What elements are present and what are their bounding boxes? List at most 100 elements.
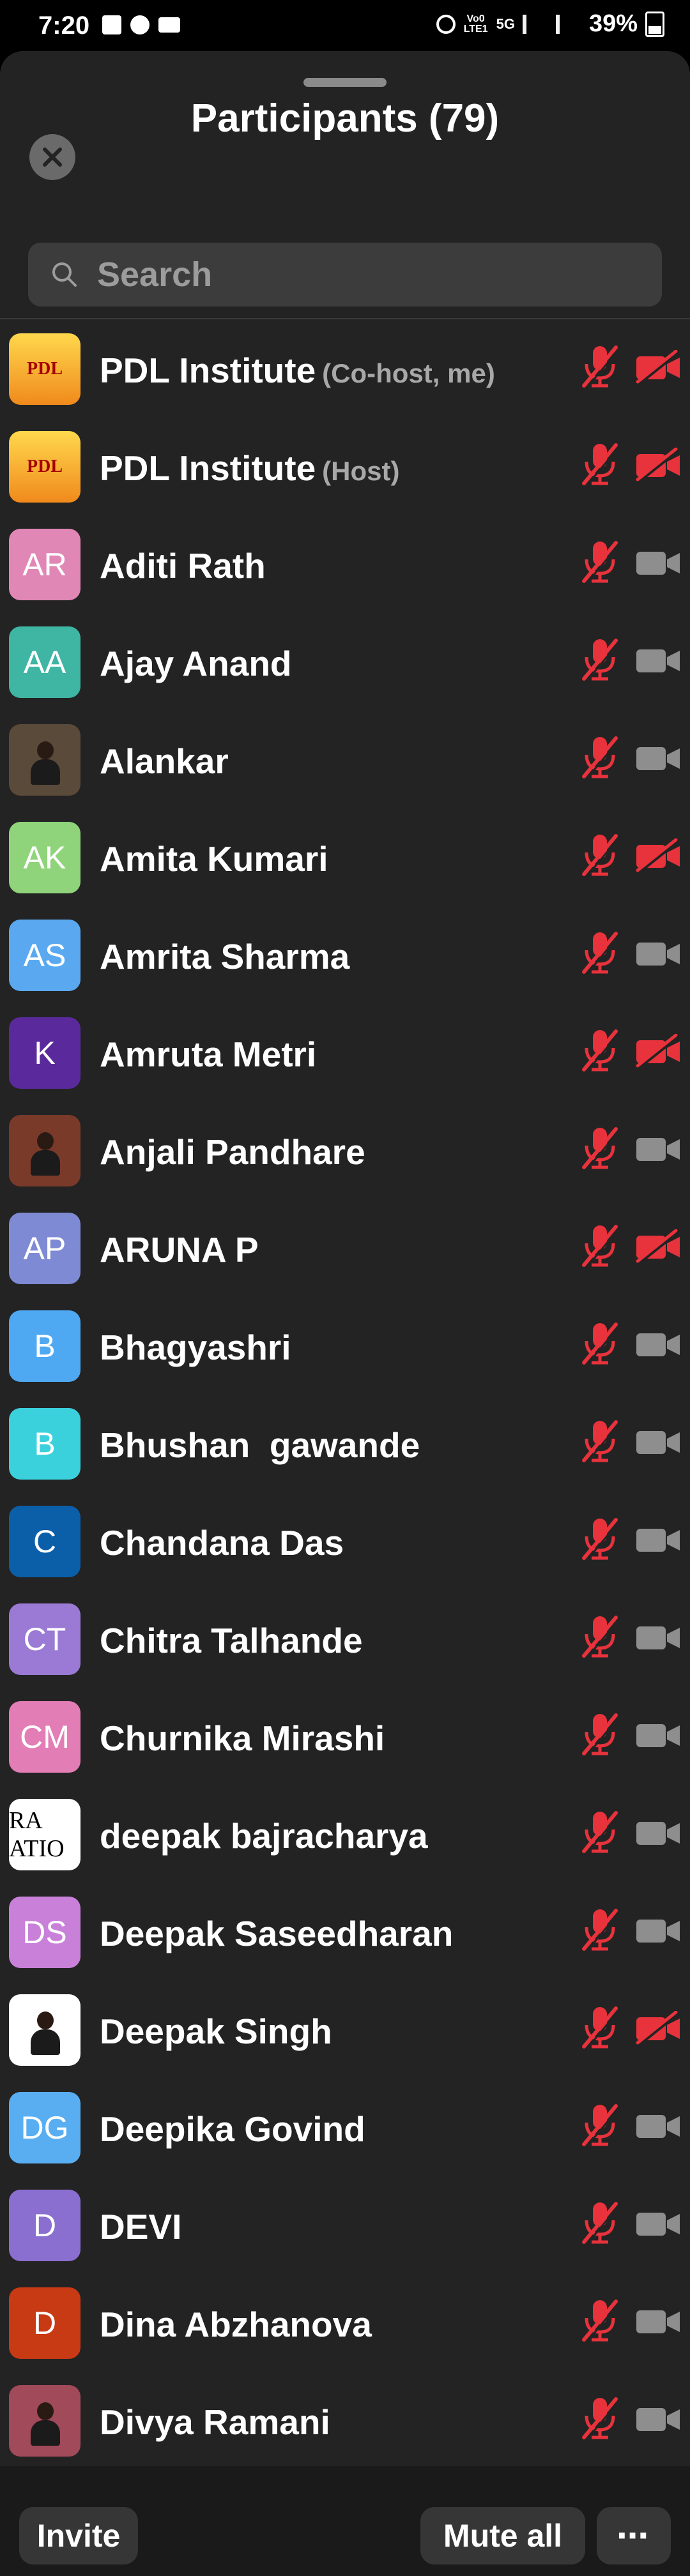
video-icon (636, 943, 680, 966)
mic-toggle[interactable] (579, 2102, 621, 2148)
participant-row[interactable]: DG Deepika Govind (0, 2079, 690, 2177)
video-toggle[interactable] (635, 741, 681, 777)
video-off-icon (636, 1033, 680, 1069)
participant-name-container: Aditi Rath (100, 545, 266, 586)
participant-row[interactable]: RA ATIO deepak bajracharya (0, 1786, 690, 1884)
video-toggle[interactable] (635, 2206, 681, 2242)
video-icon (636, 1920, 680, 1943)
video-toggle[interactable] (635, 545, 681, 581)
participant-row[interactable]: Alankar (0, 711, 690, 809)
video-toggle[interactable] (635, 1718, 681, 1754)
close-button[interactable] (29, 134, 75, 180)
video-toggle[interactable] (635, 1913, 681, 1949)
participant-row[interactable]: Divya Ramani (0, 2372, 690, 2470)
mic-toggle[interactable] (579, 1711, 621, 1757)
participant-row[interactable]: DS Deepak Saseedharan (0, 1884, 690, 1981)
mic-toggle[interactable] (579, 1125, 621, 1171)
mic-toggle[interactable] (579, 1321, 621, 1367)
video-toggle[interactable] (635, 1229, 681, 1265)
avatar (9, 1994, 80, 2066)
participant-row[interactable]: CT Chitra Talhande (0, 1591, 690, 1688)
video-icon (636, 1724, 680, 1747)
mic-toggle[interactable] (579, 1223, 621, 1269)
avatar: AA (9, 626, 80, 698)
video-toggle[interactable] (635, 1132, 681, 1167)
status-time: 7:20 (38, 11, 90, 40)
video-icon (636, 1333, 680, 1356)
participant-row[interactable]: PDL PDL Institute (Co-host, me) (0, 321, 690, 418)
participant-row[interactable]: AA Ajay Anand (0, 614, 690, 711)
mic-toggle[interactable] (579, 1809, 621, 1855)
video-toggle[interactable] (635, 1522, 681, 1558)
video-toggle[interactable] (635, 936, 681, 972)
mic-muted-icon (582, 1225, 620, 1268)
participant-name-container: Amita Kumari (100, 838, 328, 879)
participant-row[interactable]: AS Amrita Sharma (0, 907, 690, 1004)
mic-toggle[interactable] (579, 2298, 621, 2344)
participant-row[interactable]: Anjali Pandhare (0, 1102, 690, 1200)
mic-toggle[interactable] (579, 441, 621, 487)
participant-name: DEVI (100, 2207, 182, 2246)
participant-row[interactable]: D Dina Abzhanova (0, 2275, 690, 2372)
mic-muted-icon (582, 1518, 620, 1561)
video-toggle[interactable] (635, 1033, 681, 1070)
mic-toggle[interactable] (579, 637, 621, 683)
video-off-icon (636, 447, 680, 483)
participant-row[interactable]: Deepak Singh (0, 1981, 690, 2079)
mic-toggle[interactable] (579, 1907, 621, 1953)
video-toggle[interactable] (635, 1425, 681, 1460)
mic-muted-icon (582, 443, 620, 487)
participant-row[interactable]: PDL PDL Institute (Host) (0, 418, 690, 516)
mute-all-button[interactable]: Mute all (420, 2507, 585, 2565)
video-toggle[interactable] (635, 643, 681, 679)
participant-row[interactable]: AP ARUNA P (0, 1200, 690, 1298)
video-icon (636, 1529, 680, 1552)
video-toggle[interactable] (635, 1620, 681, 1656)
participant-name: Bhushan gawande (100, 1425, 420, 1465)
participant-row[interactable]: AK Amita Kumari (0, 809, 690, 907)
video-toggle[interactable] (635, 349, 681, 386)
invite-button[interactable]: Invite (19, 2507, 138, 2565)
divider (0, 318, 690, 319)
avatar: CM (9, 1701, 80, 1773)
mic-muted-icon (582, 2104, 620, 2148)
mic-toggle[interactable] (579, 1418, 621, 1464)
mic-toggle[interactable] (579, 832, 621, 878)
video-icon (636, 2408, 680, 2431)
mic-toggle[interactable] (579, 930, 621, 976)
participant-row[interactable]: K Amruta Metri (0, 1004, 690, 1102)
video-toggle[interactable] (635, 447, 681, 483)
page-title: Participants (79) (190, 96, 500, 140)
mic-toggle[interactable] (579, 2200, 621, 2246)
participant-row[interactable]: C Chandana Das (0, 1493, 690, 1591)
participant-row[interactable]: B Bhushan gawande (0, 1395, 690, 1493)
mic-toggle[interactable] (579, 2004, 621, 2050)
chat-icon (130, 15, 150, 34)
video-toggle[interactable] (635, 2010, 681, 2047)
drag-handle[interactable] (303, 78, 387, 87)
video-toggle[interactable] (635, 2402, 681, 2437)
search-field[interactable] (28, 243, 662, 307)
video-toggle[interactable] (635, 2304, 681, 2340)
participant-row[interactable]: D DEVI (0, 2177, 690, 2275)
video-icon (636, 2115, 680, 2138)
signal-icon-2 (555, 14, 581, 34)
alarm-icon (436, 14, 456, 34)
mic-toggle[interactable] (579, 344, 621, 390)
mic-toggle[interactable] (579, 734, 621, 780)
mic-toggle[interactable] (579, 539, 621, 585)
mic-toggle[interactable] (579, 1027, 621, 1073)
search-input[interactable] (96, 254, 622, 295)
participant-row[interactable]: CM Churnika Mirashi (0, 1688, 690, 1786)
video-toggle[interactable] (635, 1327, 681, 1363)
participant-row[interactable]: B Bhagyashri (0, 1298, 690, 1395)
video-toggle[interactable] (635, 1815, 681, 1851)
mic-toggle[interactable] (579, 2395, 621, 2441)
mic-toggle[interactable] (579, 1516, 621, 1562)
video-toggle[interactable] (635, 838, 681, 874)
video-toggle[interactable] (635, 2109, 681, 2144)
mic-toggle[interactable] (579, 1614, 621, 1660)
participant-name-container: Bhushan gawande (100, 1425, 420, 1466)
more-options-button[interactable]: ⋯ (597, 2507, 671, 2565)
participant-row[interactable]: AR Aditi Rath (0, 516, 690, 614)
